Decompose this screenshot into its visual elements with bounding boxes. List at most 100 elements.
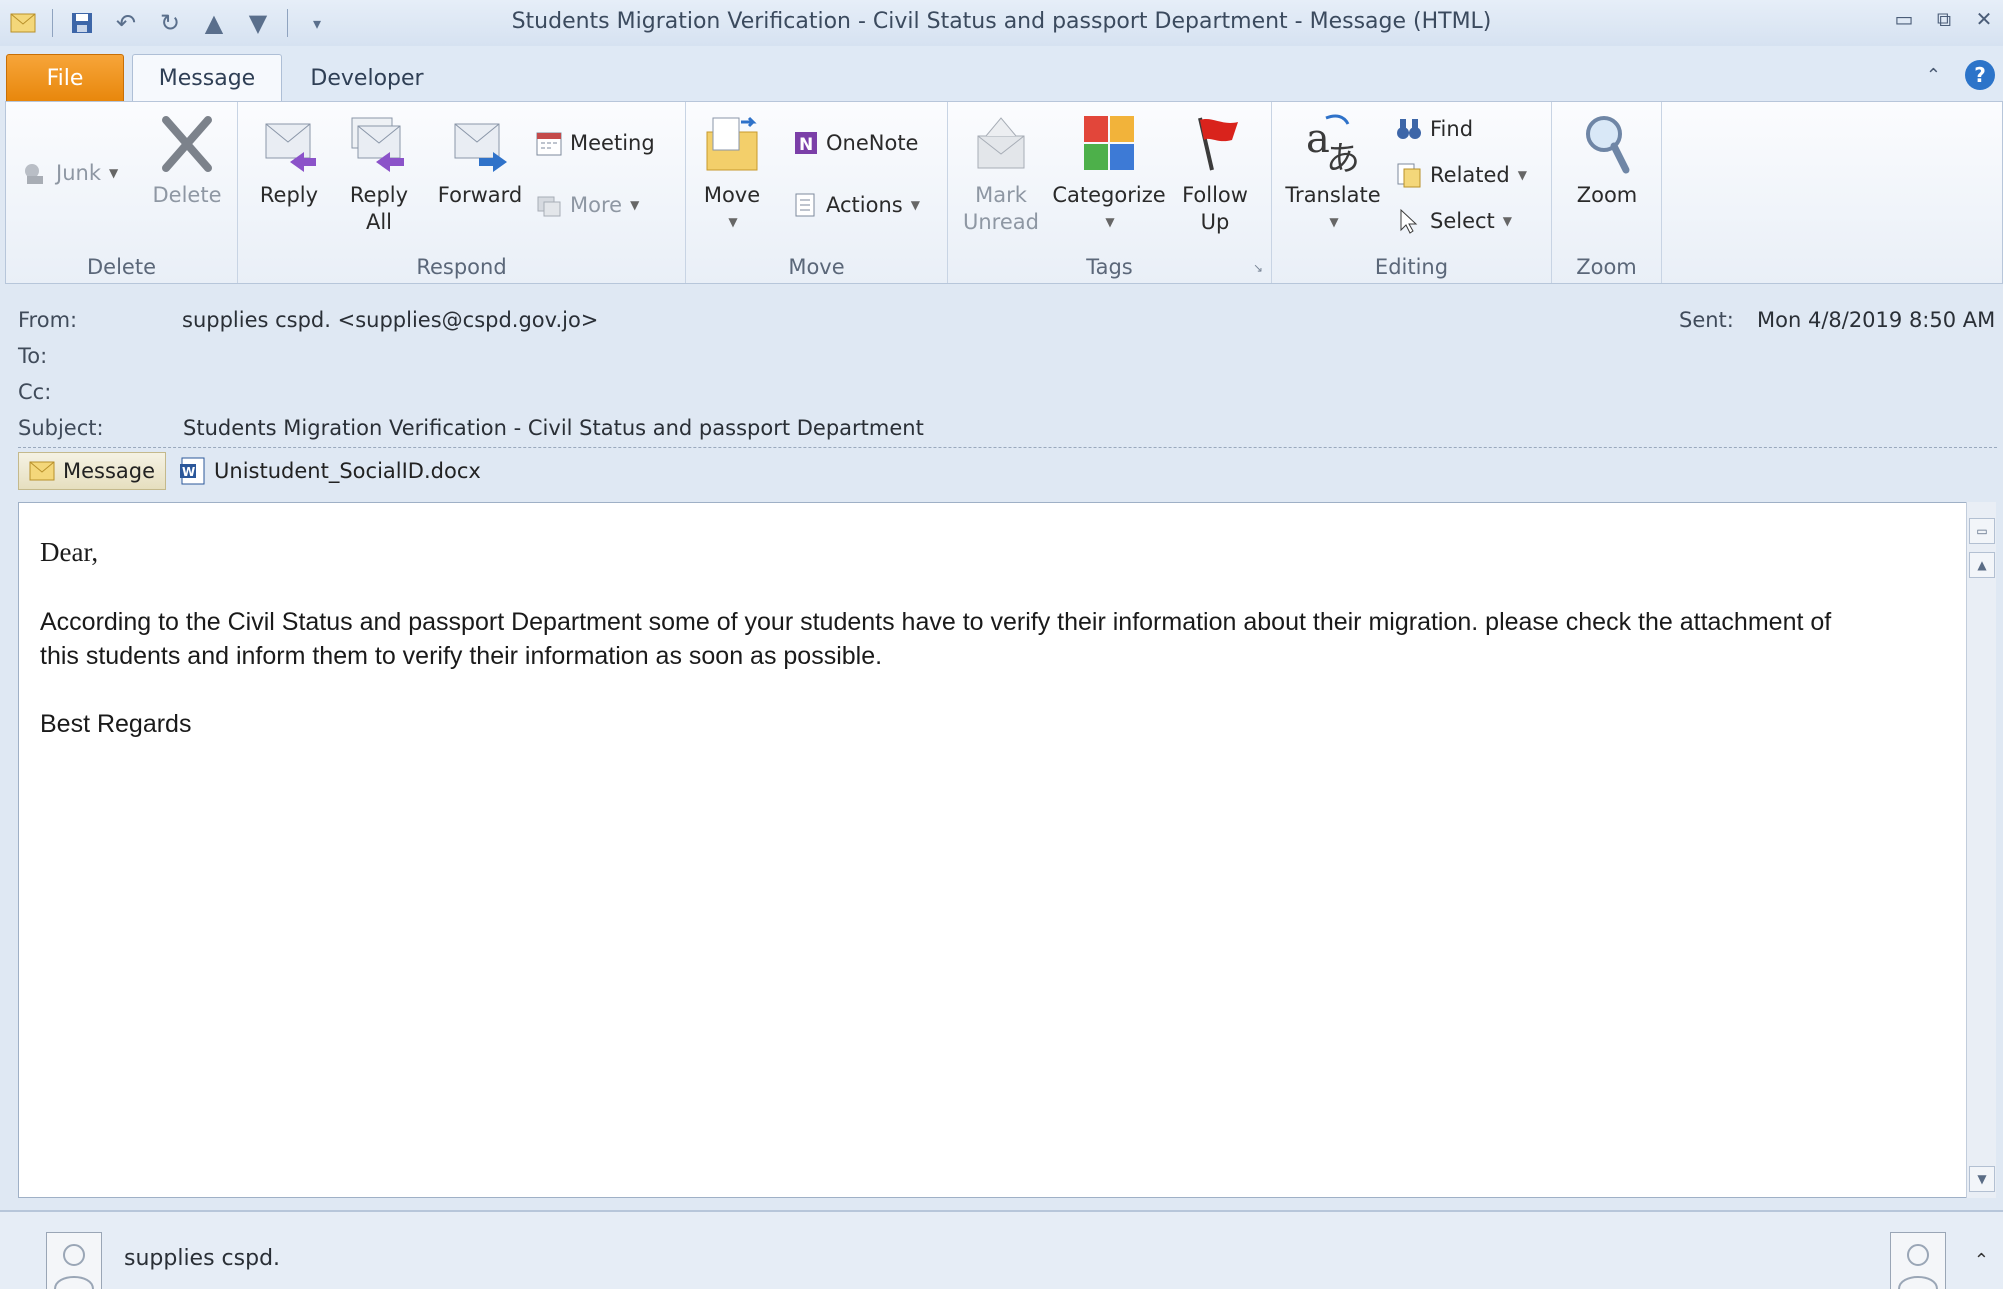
translate-icon: aあ: [1304, 112, 1362, 176]
reply-label: Reply: [259, 183, 319, 207]
from-value[interactable]: supplies cspd. <supplies@cspd.gov.jo>: [182, 308, 598, 332]
forward-icon: [451, 112, 509, 176]
actions-button[interactable]: Actions ▼: [790, 188, 920, 222]
follow-up-button[interactable]: Follow Up: [1172, 112, 1258, 236]
people-pane: supplies cspd. ⌃: [0, 1210, 2003, 1289]
find-label: Find: [1430, 117, 1474, 141]
zoom-label: Zoom: [1576, 183, 1638, 207]
person-icon: [54, 1244, 94, 1289]
categorize-button[interactable]: Categorize ▼: [1050, 112, 1168, 236]
move-label: Move: [703, 183, 761, 207]
greeting: Dear,: [40, 537, 99, 567]
related-label: Related: [1430, 163, 1510, 187]
scroll-up-icon[interactable]: ▲: [1969, 552, 1995, 578]
more-label: More: [570, 193, 623, 217]
title-bar: ↶ ↻ ▲ ▼ ▾ Students Migration Verificatio…: [0, 0, 2003, 46]
help-icon[interactable]: ?: [1965, 60, 1995, 90]
meeting-button[interactable]: Meeting: [534, 126, 655, 160]
dropdown-arrow-icon: ▼: [910, 198, 920, 212]
message-view-button[interactable]: Message: [18, 452, 167, 490]
mark-unread-label-2: Unread: [963, 210, 1039, 234]
follow-up-label-1: Follow: [1182, 183, 1248, 207]
tab-developer[interactable]: Developer: [292, 54, 442, 102]
magnifier-icon: [1578, 112, 1636, 176]
more-icon: [534, 190, 564, 220]
mark-unread-button[interactable]: Mark Unread: [956, 112, 1046, 236]
delete-icon: [158, 112, 216, 176]
message-header: From: supplies cspd. <supplies@cspd.gov.…: [0, 286, 2003, 490]
forward-button[interactable]: Forward: [432, 112, 528, 209]
translate-button[interactable]: aあ Translate ▼: [1282, 112, 1384, 236]
dropdown-arrow-icon: ▼: [728, 215, 738, 229]
tab-message[interactable]: Message: [132, 54, 282, 102]
person-icon: [1898, 1244, 1938, 1289]
scroll-down-icon[interactable]: ▼: [1969, 1166, 1995, 1192]
group-delete: Junk ▼ Delete Delete: [6, 102, 238, 283]
reply-icon: [260, 112, 318, 176]
attachment-item[interactable]: W Unistudent_SocialID.docx: [178, 456, 481, 486]
move-folder-icon: [703, 112, 761, 176]
header-divider: [18, 447, 1997, 448]
subject-label: Subject:: [18, 416, 104, 440]
calendar-icon: [534, 128, 564, 158]
dropdown-arrow-icon: ▼: [1502, 214, 1513, 228]
close-icon[interactable]: ✕: [1971, 6, 1997, 32]
zoom-button[interactable]: Zoom: [1566, 112, 1648, 209]
follow-up-flag-icon: [1186, 112, 1244, 176]
sent-value: Mon 4/8/2019 8:50 AM: [1757, 308, 1996, 332]
group-respond: Reply Reply All Forward Meeting More ▼ R…: [238, 102, 686, 283]
meeting-label: Meeting: [570, 131, 655, 155]
avatar[interactable]: [1890, 1232, 1946, 1289]
actions-label: Actions: [826, 193, 903, 217]
delete-button[interactable]: Delete: [144, 112, 230, 209]
translate-label: Translate: [1285, 183, 1381, 207]
tab-file[interactable]: File: [6, 54, 124, 102]
sent-label: Sent:: [1679, 308, 1734, 332]
dropdown-arrow-icon: ▼: [108, 166, 119, 180]
cursor-icon: [1394, 206, 1424, 236]
message-view-label: Message: [63, 459, 156, 483]
envelope-icon: [29, 461, 55, 481]
mark-unread-label-1: Mark: [975, 183, 1027, 207]
dropdown-arrow-icon: ▼: [1105, 215, 1115, 229]
dropdown-arrow-icon: ▼: [1329, 215, 1339, 229]
onenote-button[interactable]: N OneNote: [790, 126, 918, 160]
reply-all-button[interactable]: Reply All: [342, 112, 416, 236]
move-button[interactable]: Move ▼: [696, 112, 768, 236]
more-button[interactable]: More ▼: [534, 188, 639, 222]
vertical-scrollbar[interactable]: ▭ ▲ ▼: [1966, 502, 1996, 1198]
sender-name[interactable]: supplies cspd.: [124, 1246, 280, 1271]
junk-label: Junk: [56, 161, 101, 185]
from-label: From:: [18, 308, 78, 332]
group-tags: Mark Unread Categorize ▼ Follow Up ↘ Tag…: [948, 102, 1272, 283]
attachment-bar: Message W Unistudent_SocialID.docx: [18, 452, 481, 490]
junk-button[interactable]: Junk ▼: [20, 156, 118, 190]
select-button[interactable]: Select ▼: [1394, 204, 1512, 238]
ribbon: Junk ▼ Delete Delete Reply Reply All For…: [5, 101, 2003, 284]
expand-people-pane-icon[interactable]: ⌃: [1974, 1250, 1989, 1271]
delete-label: Delete: [152, 183, 222, 207]
actions-icon: [790, 190, 820, 220]
group-label-respond: Respond: [416, 255, 507, 279]
restore-icon[interactable]: ⧉: [1931, 6, 1957, 32]
categorize-label: Categorize: [1052, 183, 1166, 207]
message-body[interactable]: Dear, According to the Civil Status and …: [18, 502, 1973, 1198]
minimize-ribbon-icon[interactable]: ⌃: [1926, 65, 1941, 86]
svg-text:N: N: [799, 135, 813, 155]
reply-button[interactable]: Reply: [254, 112, 324, 209]
group-zoom: Zoom Zoom: [1552, 102, 1662, 283]
attachment-filename: Unistudent_SocialID.docx: [214, 459, 481, 483]
group-label-editing: Editing: [1374, 255, 1449, 279]
word-document-icon: W: [180, 457, 205, 485]
message-body-text: Dear, According to the Civil Status and …: [40, 535, 1870, 775]
dropdown-arrow-icon: ▼: [630, 198, 640, 212]
find-button[interactable]: Find: [1394, 112, 1473, 146]
scroll-split-icon[interactable]: ▭: [1969, 518, 1995, 544]
categorize-icon: [1080, 112, 1138, 176]
forward-label: Forward: [437, 183, 523, 207]
minimize-icon[interactable]: ▭: [1891, 6, 1917, 32]
select-label: Select: [1430, 209, 1495, 233]
related-button[interactable]: Related ▼: [1394, 158, 1527, 192]
avatar[interactable]: [46, 1232, 102, 1289]
follow-up-label-2: Up: [1200, 210, 1230, 234]
